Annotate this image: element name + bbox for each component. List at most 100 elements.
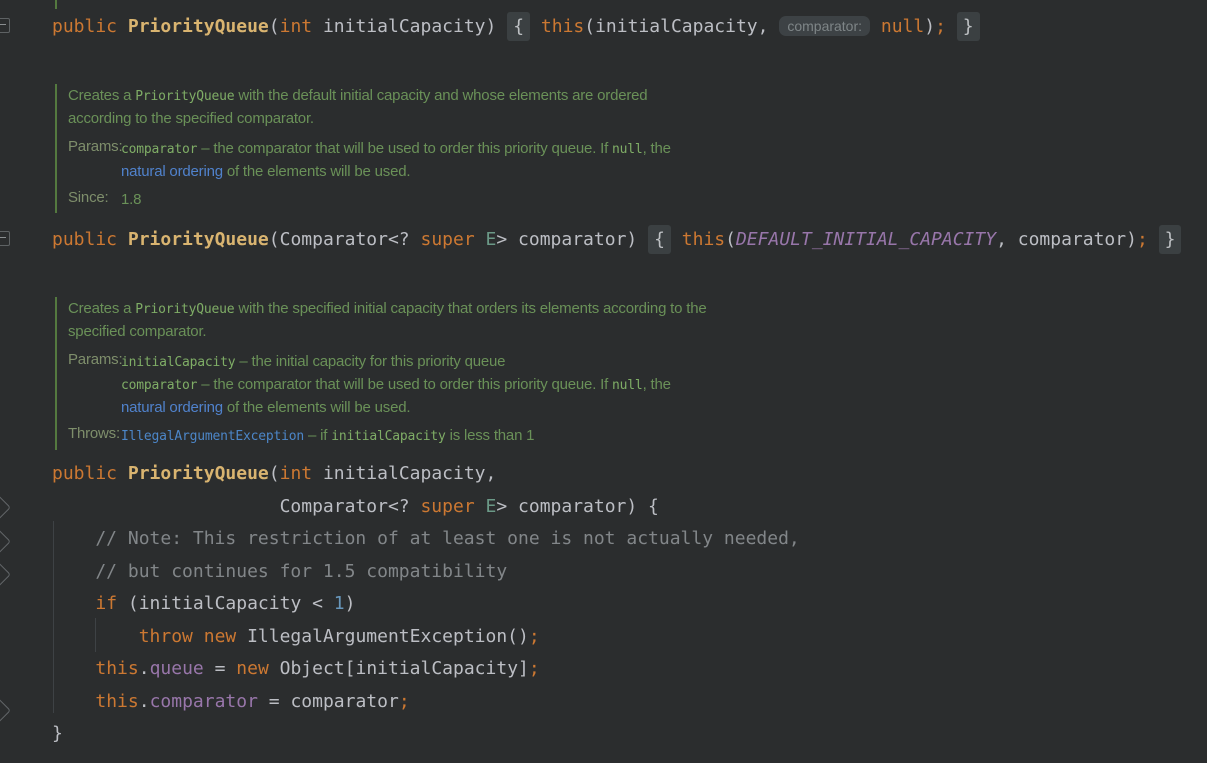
method-signature-collapsed-2[interactable]: public PriorityQueue(Comparator<? super … xyxy=(0,223,1207,256)
code-token: ; xyxy=(935,16,946,37)
queue-assignment-line[interactable]: this.queue = new Object[initialCapacity]… xyxy=(0,652,1207,685)
code-token: this xyxy=(541,16,584,37)
code-token: this xyxy=(682,229,725,250)
doc-section-params: Params:initialCapacity – the initial cap… xyxy=(68,351,1207,419)
doc-section-throws: Throws:IllegalArgumentException – if ini… xyxy=(68,425,1207,448)
doc-text: PriorityQueue xyxy=(135,302,234,317)
comment-line-2[interactable]: // but continues for 1.5 compatibility xyxy=(0,555,1207,588)
code-token: ( xyxy=(269,16,280,37)
doc-text: – the comparator that will be used to or… xyxy=(197,376,612,393)
closing-brace-line[interactable]: } xyxy=(0,717,1207,750)
code-token: Object[initialCapacity] xyxy=(269,658,529,679)
doc-text: comparator xyxy=(121,378,197,393)
parameter-hint[interactable]: comparator: xyxy=(779,16,870,36)
doc-text: , the xyxy=(643,376,671,393)
folded-region[interactable]: { xyxy=(507,12,530,41)
code-token xyxy=(52,691,95,712)
method-signature-collapsed-1[interactable]: public PriorityQueue(int initialCapacity… xyxy=(0,10,1207,44)
doc-link[interactable]: natural ordering xyxy=(121,399,223,416)
folded-region[interactable]: } xyxy=(1159,225,1182,254)
code-token xyxy=(671,229,682,250)
code-token: PriorityQueue xyxy=(128,463,269,484)
doc-line: Creates a PriorityQueue with the default… xyxy=(68,85,1207,108)
doc-link[interactable]: IllegalArgumentException xyxy=(121,429,304,444)
doc-line: initialCapacity – the initial capacity f… xyxy=(121,351,671,374)
doc-border-remnant xyxy=(55,0,57,9)
code-token: ) xyxy=(924,16,935,37)
doc-text: – if xyxy=(304,427,331,444)
code-token: > comparator) { xyxy=(496,496,659,517)
doc-text: null xyxy=(612,378,643,393)
code-token xyxy=(117,16,128,37)
throw-statement-line[interactable]: throw new IllegalArgumentException(); xyxy=(0,620,1207,653)
code-token: initialCapacity) xyxy=(312,16,507,37)
doc-link[interactable]: natural ordering xyxy=(121,163,223,180)
doc-text: comparator xyxy=(121,142,197,157)
code-token: ; xyxy=(529,658,540,679)
code-token: comparator xyxy=(150,691,258,712)
code-token: (Comparator<? xyxy=(269,229,421,250)
doc-section-content: 1.8 xyxy=(121,189,141,211)
code-token: ( xyxy=(725,229,736,250)
doc-text: is less than 1 xyxy=(446,427,535,444)
doc-section-content: comparator – the comparator that will be… xyxy=(121,138,671,183)
doc-line: specified comparator. xyxy=(68,321,1207,343)
code-token: ; xyxy=(1137,229,1148,250)
doc-section-label: Params: xyxy=(68,138,121,183)
code-editor[interactable]: public PriorityQueue(int initialCapacity… xyxy=(0,0,1207,763)
code-token: (initialCapacity < xyxy=(117,593,334,614)
code-token: 1 xyxy=(334,593,345,614)
code-token: ) xyxy=(345,593,356,614)
doc-text: of the elements will be used. xyxy=(223,163,410,180)
doc-text: Creates a xyxy=(68,87,135,104)
doc-text: initialCapacity xyxy=(121,355,235,370)
code-token xyxy=(1148,229,1159,250)
doc-text: , the xyxy=(643,140,671,157)
code-token: E xyxy=(486,229,497,250)
doc-text: of the elements will be used. xyxy=(223,399,410,416)
doc-text: initialCapacity xyxy=(331,429,445,444)
doc-text: with the specified initial capacity that… xyxy=(234,300,706,317)
code-token: ( xyxy=(269,463,280,484)
code-token xyxy=(530,16,541,37)
code-token: this xyxy=(95,658,138,679)
code-token: super xyxy=(420,496,474,517)
doc-text: null xyxy=(612,142,643,157)
doc-line: Creates a PriorityQueue with the specifi… xyxy=(68,298,1207,321)
code-token: int xyxy=(280,463,313,484)
doc-description: Creates a PriorityQueue with the default… xyxy=(68,85,1207,130)
code-token xyxy=(52,593,95,614)
doc-line: 1.8 xyxy=(121,189,141,211)
doc-line: comparator – the comparator that will be… xyxy=(121,374,671,397)
method-signature-line-1[interactable]: public PriorityQueue(int initialCapacity… xyxy=(0,457,1207,490)
doc-section-params: Params:comparator – the comparator that … xyxy=(68,138,1207,183)
doc-text: Creates a xyxy=(68,300,135,317)
code-token: // Note: This restriction of at least on… xyxy=(52,528,800,549)
code-token: ; xyxy=(529,626,540,647)
if-statement-line[interactable]: if (initialCapacity < 1) xyxy=(0,587,1207,620)
code-token: = xyxy=(204,658,237,679)
code-token: public xyxy=(52,229,117,250)
code-token: if xyxy=(95,593,117,614)
doc-line: natural ordering of the elements will be… xyxy=(121,397,671,419)
doc-line: according to the specified comparator. xyxy=(68,108,1207,130)
folded-region[interactable]: { xyxy=(648,225,671,254)
code-token xyxy=(870,16,881,37)
comparator-assignment-line[interactable]: this.comparator = comparator; xyxy=(0,685,1207,718)
code-token: int xyxy=(280,16,313,37)
folded-region[interactable]: } xyxy=(957,12,980,41)
doc-text: PriorityQueue xyxy=(135,89,234,104)
code-token: Comparator<? xyxy=(52,496,420,517)
comment-line-1[interactable]: // Note: This restriction of at least on… xyxy=(0,522,1207,555)
javadoc-rendered-2: Creates a PriorityQueue with the specifi… xyxy=(55,297,1207,450)
code-token xyxy=(117,229,128,250)
code-token: new xyxy=(236,658,269,679)
doc-text: specified comparator. xyxy=(68,323,206,340)
method-signature-line-2[interactable]: Comparator<? super E> comparator) { xyxy=(0,490,1207,523)
code-token: = comparator xyxy=(258,691,399,712)
code-token xyxy=(475,229,486,250)
code-token: E xyxy=(486,496,497,517)
code-token xyxy=(117,463,128,484)
doc-text: according to the specified comparator. xyxy=(68,110,314,127)
doc-section-label: Params: xyxy=(68,351,121,419)
